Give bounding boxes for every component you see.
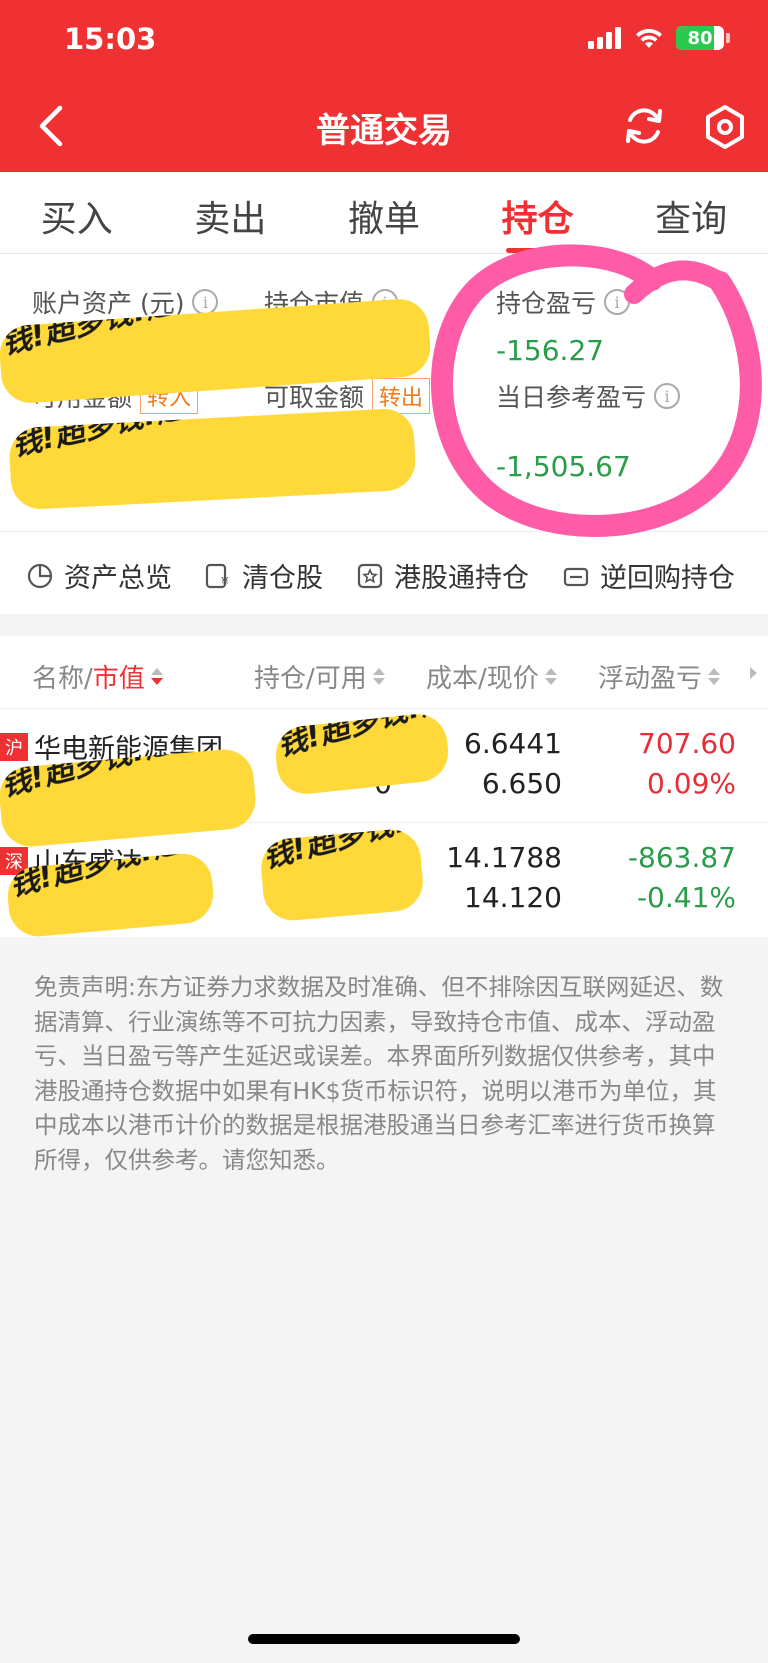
signal-icon <box>588 27 621 49</box>
wifi-icon <box>636 28 662 48</box>
shortcut-hk-connect[interactable]: 港股通持仓 <box>356 556 529 595</box>
current-price: 6.650 <box>481 767 562 800</box>
refresh-icon[interactable] <box>622 104 666 148</box>
col-name-text: 名称/ <box>32 664 93 694</box>
floating-pl: 707.60 <box>638 727 736 760</box>
col-holding-available[interactable]: 持仓/可用 <box>254 658 385 695</box>
col-market-value-text: 市值 <box>92 664 145 694</box>
tab-buy[interactable]: 买入 <box>0 172 154 253</box>
sort-icon <box>544 668 557 685</box>
shortcut-label: 逆回购持仓 <box>600 563 735 594</box>
shortcut-asset-overview[interactable]: 资产总览 <box>26 556 172 595</box>
shortcut-reverse-repo[interactable]: 逆回购持仓 <box>562 556 735 595</box>
shortcut-label: 港股通持仓 <box>394 563 529 594</box>
star-box-icon <box>357 563 383 588</box>
shortcut-label: 资产总览 <box>64 563 172 594</box>
floating-pl: -863.87 <box>627 841 736 874</box>
redaction-scribble: 钱!超多钱!超多钱!超多钱!超多钱!超多钱!超多钱!超多 <box>258 827 426 923</box>
col-cost-text: 成本/现价 <box>426 664 539 694</box>
sort-icon <box>150 668 163 685</box>
top-bar: 15:03 80 普通交易 <box>0 0 768 172</box>
home-indicator <box>248 1634 520 1644</box>
cost-price: 14.1788 <box>446 841 562 874</box>
col-hold-text: 持仓/可用 <box>254 664 367 694</box>
repo-icon <box>563 567 589 586</box>
svg-text:¥: ¥ <box>221 575 229 589</box>
status-icons: 80 <box>588 26 730 50</box>
sort-icon <box>372 668 385 685</box>
battery-icon: 80 <box>676 26 724 50</box>
cost-price: 6.6441 <box>464 727 562 760</box>
current-price: 14.120 <box>464 881 562 914</box>
chevron-right-icon[interactable] <box>748 666 758 680</box>
col-floating-pl[interactable]: 浮动盈亏 <box>598 658 721 695</box>
shortcut-label: 清仓股 <box>242 563 323 594</box>
status-time: 15:03 <box>64 22 157 56</box>
market-badge: 沪 <box>0 733 28 761</box>
col-cost-price[interactable]: 成本/现价 <box>426 658 557 695</box>
battery-level: 80 <box>687 27 713 49</box>
pink-circle-annotation <box>430 244 762 537</box>
col-name-market-value[interactable]: 名称/市值 <box>32 658 163 695</box>
tab-sell[interactable]: 卖出 <box>154 172 308 253</box>
disclaimer-text: 免责声明:东方证券力求数据及时准确、但不排除因互联网延迟、数据清算、行业演练等不… <box>34 973 724 1174</box>
floating-pl-percent: 0.09% <box>647 767 736 800</box>
table-header: 名称/市值 持仓/可用 成本/现价 浮动盈亏 <box>0 636 768 708</box>
pie-chart-icon <box>27 563 53 588</box>
shortcut-cleared-stocks[interactable]: ¥ 清仓股 <box>204 556 323 595</box>
col-pl-text: 浮动盈亏 <box>598 664 703 694</box>
floating-pl-percent: -0.41% <box>636 881 736 914</box>
sort-icon <box>708 668 721 685</box>
settings-hexagon-icon[interactable] <box>702 104 748 150</box>
yuan-doc-icon: ¥ <box>205 563 229 589</box>
